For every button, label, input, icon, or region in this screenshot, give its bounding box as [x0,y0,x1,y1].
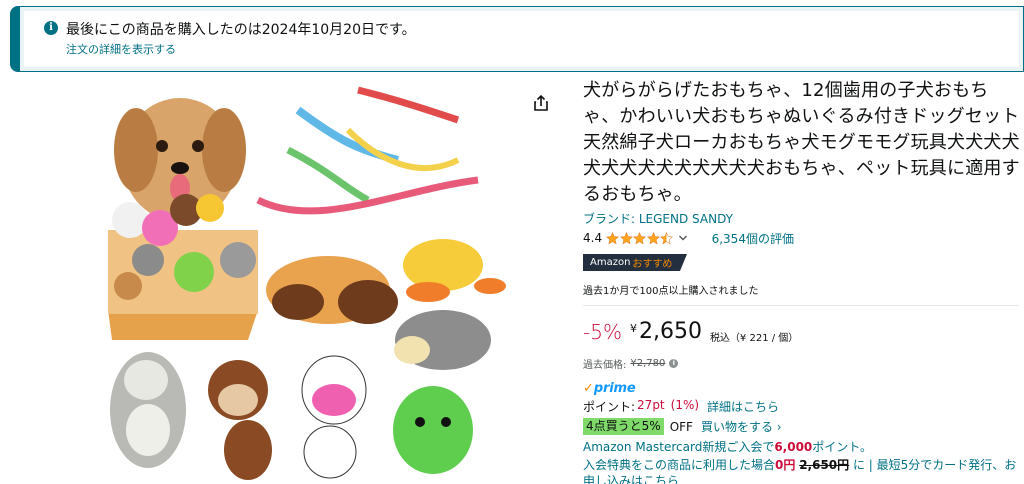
choice-brand: Amazon [590,257,631,268]
previous-price-label: 過去価格: [583,360,627,371]
rating-row: 4.4 6,354個の評価 [583,230,1024,246]
choice-label: おすすめ [632,259,673,270]
card-offer-points: 6,000 [774,440,813,454]
bulk-discount-badge: 4点買うと5% [583,418,664,435]
chevron-down-icon[interactable] [678,233,688,243]
product-info: 犬がらがらげたおもちゃ、12個歯用の子犬おもちゃ、かわいい犬おもちゃぬいぐるみ付… [583,78,1024,484]
bulk-discount-row: 4点買うと5% OFF 買い物をする › [583,418,1024,435]
purchase-history-banner: i 最後にこの商品を購入したのは2024年10月20日です。 注文の詳細を表示す… [10,6,1024,72]
review-count-link[interactable]: 6,354個の評価 [712,230,794,247]
prime-check-icon: ✓ [583,380,594,396]
points-value: 27pt [637,398,665,412]
view-order-details-link[interactable]: 注文の詳細を表示する [66,41,176,57]
points-row: ポイント: 27pt (1%) 詳細はこちら [583,398,1024,415]
star-icon [619,231,633,244]
star-icon [646,231,660,244]
shop-bulk-link[interactable]: 買い物をする › [701,418,782,435]
discount-percentage: -5% [583,320,622,344]
amazon-choice-badge[interactable]: Amazon おすすめ [583,254,688,271]
previous-price-row: 過去価格: ¥2,780 i [583,356,1024,371]
card-offer-line1[interactable]: Amazon Mastercard新規ご入会で6,000ポイント。 [583,438,1024,455]
rating-value: 4.4 [583,231,603,245]
points-percent: (1%) [670,398,700,412]
product-image[interactable] [98,80,508,484]
star-icon [606,231,620,244]
info-icon[interactable]: i [669,359,679,368]
info-icon: i [44,21,58,35]
product-title: 犬がらがらげたおもちゃ、12個歯用の子犬おもちゃ、かわいい犬おもちゃぬいぐるみ付… [583,80,1020,205]
price-row: -5% ¥ 2,650 税込（¥ 221 / 個） [583,320,1024,346]
bulk-off-label: OFF [669,419,693,434]
brand-link[interactable]: ブランド: LEGEND SANDY [583,210,1024,227]
star-rating[interactable] [606,231,688,245]
star-icon [633,231,647,244]
prime-logo: prime [593,380,636,396]
card-offer-text: Amazon Mastercard新規ご入会で [583,440,775,454]
card-offer-suffix: ポイント。 [812,440,873,454]
card-benefit-text: 入会特典をこの商品に利用した場合 [583,458,776,472]
share-icon[interactable] [532,94,550,112]
purchase-history-message: 最後にこの商品を購入したのは2024年10月20日です。 [66,22,416,38]
prime-badge: ✓ prime [583,380,1024,396]
previous-price: ¥2,780 [630,358,666,369]
card-apply-link[interactable]: こちら [643,474,679,484]
bought-in-past-month: 過去1か月で100点以上購入されました [583,286,759,297]
star-half-icon [660,231,674,244]
currency-symbol: ¥ [629,322,637,335]
card-offer-line2: 入会特典をこの商品に利用した場合0円 2,650円 に | 最短5分でカード発行… [583,457,1024,484]
divider [583,305,1019,306]
points-label: ポイント: [583,400,636,414]
price-amount: 2,650 [638,319,702,344]
points-detail-link[interactable]: 詳細はこちら [707,398,779,415]
card-benefit-original-price: 2,650円 [799,458,850,472]
card-benefit-price: 0円 [775,458,796,472]
unit-price: 税込（¥ 221 / 個） [709,333,799,344]
